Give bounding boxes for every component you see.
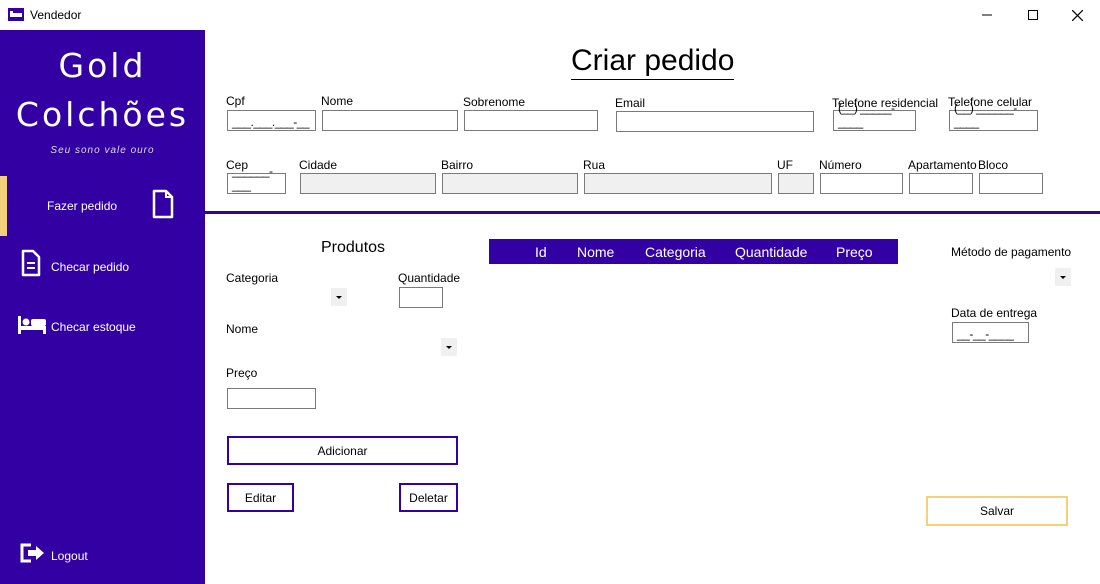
grid-column-header[interactable]: Preço bbox=[836, 244, 873, 260]
logout-icon bbox=[20, 543, 44, 563]
section-divider bbox=[205, 211, 1100, 214]
rua-field[interactable] bbox=[584, 173, 772, 194]
quantidade-field[interactable] bbox=[399, 287, 443, 308]
title-bar: Vendedor bbox=[0, 0, 1100, 30]
cidade-label: Cidade bbox=[299, 158, 338, 172]
bed-app-icon bbox=[8, 8, 24, 21]
telefone-residencial-field[interactable]: (__) _____-____ bbox=[833, 101, 916, 131]
produtos-title: Produtos bbox=[321, 239, 386, 256]
close-button[interactable] bbox=[1054, 0, 1100, 30]
data-entrega-mask: __-__-____ bbox=[957, 327, 1014, 341]
page-title: Criar pedido bbox=[571, 44, 735, 80]
products-grid-body[interactable] bbox=[489, 264, 898, 504]
editar-button[interactable]: Editar bbox=[227, 483, 294, 512]
telefone-celular-field[interactable]: (__) ______-____ bbox=[949, 101, 1038, 131]
email-field[interactable] bbox=[616, 111, 814, 132]
maximize-icon bbox=[1028, 10, 1038, 20]
data-entrega-label: Data de entrega bbox=[951, 306, 1038, 320]
email-label: Email bbox=[615, 96, 646, 110]
cep-field[interactable]: ______-___ bbox=[227, 164, 286, 194]
sidebar-item-label: Checar pedido bbox=[51, 260, 130, 274]
quantidade-label: Quantidade bbox=[398, 271, 461, 285]
metodo-pagamento-label: Método de pagamento bbox=[951, 245, 1072, 259]
brand-slogan: Seu sono vale ouro bbox=[50, 145, 155, 156]
cpf-label: Cpf bbox=[226, 94, 245, 108]
sidebar-item-checar-estoque[interactable]: Checar estoque bbox=[0, 296, 205, 356]
uf-field[interactable] bbox=[778, 173, 814, 194]
document-lines-icon bbox=[21, 249, 41, 277]
sobrenome-label: Sobrenome bbox=[463, 95, 526, 109]
data-entrega-field[interactable]: __-__-____ bbox=[952, 322, 1029, 343]
grid-column-header[interactable]: Categoria bbox=[645, 244, 706, 260]
close-icon bbox=[1071, 9, 1083, 21]
nome-field[interactable] bbox=[322, 110, 458, 131]
sidebar-item-fazer-pedido[interactable]: Fazer pedido bbox=[0, 176, 205, 236]
maximize-button[interactable] bbox=[1010, 0, 1056, 30]
numero-label: Número bbox=[819, 158, 862, 172]
cidade-field[interactable] bbox=[300, 173, 436, 194]
metodo-pagamento-dropdown[interactable] bbox=[1055, 268, 1071, 286]
brand-name-line1: Gold bbox=[58, 46, 147, 85]
nome-produto-dropdown[interactable] bbox=[441, 338, 457, 356]
grid-column-header[interactable]: Quantidade bbox=[735, 244, 807, 260]
sidebar: Gold Colchões Seu sono vale ouro Fazer p… bbox=[0, 30, 205, 584]
categoria-label: Categoria bbox=[226, 271, 279, 285]
minimize-icon bbox=[982, 14, 992, 16]
document-icon bbox=[152, 189, 174, 219]
uf-label: UF bbox=[777, 158, 793, 172]
products-grid-header: Id Nome Categoria Quantidade Preço bbox=[489, 239, 898, 264]
adicionar-button[interactable]: Adicionar bbox=[227, 436, 458, 465]
bairro-field[interactable] bbox=[442, 173, 578, 194]
logout-label: Logout bbox=[51, 549, 88, 563]
telefone-celular-mask: (__) ______-____ bbox=[954, 101, 1017, 129]
bed-icon bbox=[18, 316, 46, 334]
sobrenome-field[interactable] bbox=[464, 110, 598, 131]
nome-label: Nome bbox=[321, 94, 354, 108]
cep-mask: ______-___ bbox=[232, 164, 273, 192]
categoria-dropdown[interactable] bbox=[331, 288, 347, 306]
cpf-mask: ___.___.___-__ bbox=[232, 115, 310, 129]
numero-field[interactable] bbox=[820, 173, 903, 194]
grid-column-header[interactable]: Nome bbox=[577, 244, 614, 260]
telefone-residencial-mask: (__) _____-____ bbox=[838, 101, 895, 129]
cpf-field[interactable]: ___.___.___-__ bbox=[227, 110, 316, 131]
preco-label: Preço bbox=[226, 366, 258, 380]
bairro-label: Bairro bbox=[441, 158, 474, 172]
bloco-field[interactable] bbox=[979, 173, 1043, 194]
window-title: Vendedor bbox=[30, 8, 82, 22]
minimize-button[interactable] bbox=[964, 0, 1010, 30]
bloco-label: Bloco bbox=[978, 158, 1009, 172]
active-marker bbox=[0, 176, 7, 236]
apartamento-label: Apartamento bbox=[908, 158, 977, 172]
apartamento-field[interactable] bbox=[909, 173, 973, 194]
deletar-button[interactable]: Deletar bbox=[399, 483, 458, 512]
sidebar-item-label: Checar estoque bbox=[51, 320, 136, 334]
preco-field[interactable] bbox=[227, 388, 316, 409]
nome-produto-label: Nome bbox=[226, 322, 259, 336]
grid-column-header[interactable]: Id bbox=[535, 244, 547, 260]
brand-name-line2: Colchões bbox=[15, 95, 190, 134]
salvar-button[interactable]: Salvar bbox=[926, 496, 1068, 526]
sidebar-item-checar-pedido[interactable]: Checar pedido bbox=[0, 236, 205, 296]
sidebar-item-label: Fazer pedido bbox=[47, 199, 118, 213]
rua-label: Rua bbox=[583, 158, 606, 172]
logout-button[interactable]: Logout bbox=[0, 524, 205, 584]
